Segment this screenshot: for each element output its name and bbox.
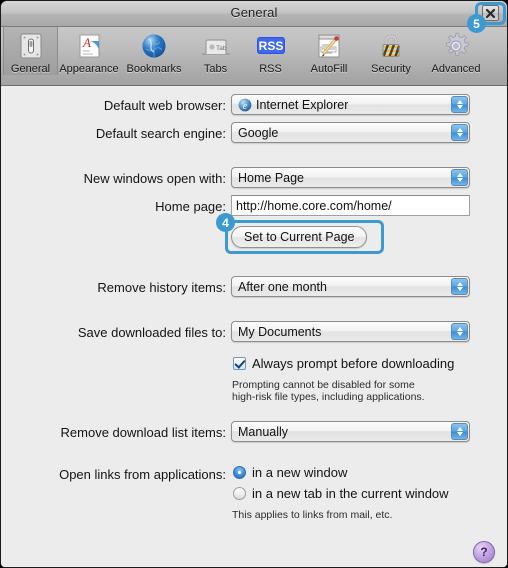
set-to-current-page-button[interactable]: Set to Current Page [231,226,368,248]
default-search-popup[interactable]: Google [231,122,470,143]
new-windows-label: New windows open with: [83,171,226,186]
padlock-icon [360,30,422,62]
help-button[interactable]: ? [473,541,495,563]
svg-text:A: A [82,35,91,50]
gear-icon [422,30,490,62]
radio-new-window[interactable] [233,466,246,479]
stepper-arrows-icon[interactable] [451,278,468,295]
open-links-option-new-tab[interactable]: in a new tab in the current window [233,486,449,501]
save-downloads-popup[interactable]: My Documents [231,321,470,342]
svg-text:e: e [243,101,248,112]
remove-download-list-value: Manually [238,424,289,439]
default-browser-value: Internet Explorer [256,97,349,112]
remove-history-popup[interactable]: After one month [231,276,470,297]
close-icon [485,8,496,18]
home-page-label: Home page: [155,199,226,214]
toolbar-item-label: Tabs [203,63,228,75]
default-search-value: Google [238,125,279,140]
toolbar-item-label: AutoFill [310,63,348,75]
toolbar-item-bookmarks[interactable]: Bookmarks [120,27,188,75]
default-search-label: Default search engine: [95,126,226,141]
rss-icon: RSS [243,30,298,62]
radio-new-tab-label: in a new tab in the current window [252,486,449,501]
window-title: General [230,5,278,20]
stepper-arrows-icon[interactable] [451,169,468,186]
general-preferences-pane: Default web browser: e Internet Explorer… [1,86,507,567]
autofill-icon [298,30,360,62]
prompt-note-line-1: Prompting cannot be disabled for some [232,379,415,391]
open-links-note: This applies to links from mail, etc. [232,509,393,521]
remove-history-label: Remove history items: [97,280,226,295]
open-links-option-new-window[interactable]: in a new window [233,465,347,480]
toolbar-item-label: General [10,63,51,75]
window-titlebar: General [1,1,507,27]
switchplate-icon [3,30,58,62]
prompt-note-line-2: high-risk file types, including applicat… [232,391,425,403]
always-prompt-checkbox[interactable] [233,357,246,370]
preferences-window: General General A Appearance Bookmarks T… [0,0,508,568]
annotation-badge-5: 5 [467,14,486,33]
save-downloads-label: Save downloaded files to: [77,325,226,340]
always-prompt-checkbox-row[interactable]: Always prompt before downloading [233,356,454,371]
toolbar-item-general[interactable]: General [3,27,58,75]
toolbar-item-rss[interactable]: RSS RSS [243,27,298,75]
internet-explorer-icon: e [238,98,252,112]
home-page-input[interactable]: http://home.core.com/home/ [231,195,470,216]
default-browser-popup[interactable]: e Internet Explorer [231,94,470,115]
toolbar-item-tabs[interactable]: Tab Tabs [188,27,243,75]
default-browser-label: Default web browser: [103,98,226,113]
stepper-arrows-icon[interactable] [451,423,468,440]
toolbar-item-autofill[interactable]: AutoFill [298,27,360,75]
globe-icon [120,30,188,62]
toolbar-item-appearance[interactable]: A Appearance [58,27,120,75]
toolbar-item-label: Bookmarks [126,63,182,75]
svg-text:RSS: RSS [258,39,283,53]
stepper-arrows-icon[interactable] [451,96,468,113]
remove-download-list-label: Remove download list items: [60,425,226,440]
preferences-toolbar: General A Appearance Bookmarks Tab Tabs … [1,27,507,86]
new-windows-value: Home Page [238,170,305,185]
remove-history-value: After one month [238,279,327,294]
toolbar-item-label: Security [371,63,411,75]
toolbar-item-label: RSS [259,63,282,75]
toolbar-item-label: Advanced [431,63,481,75]
appearance-icon: A [58,30,120,62]
new-windows-popup[interactable]: Home Page [231,167,470,188]
stepper-arrows-icon[interactable] [451,124,468,141]
open-links-label: Open links from applications: [59,467,226,482]
toolbar-item-security[interactable]: Security [360,27,422,75]
toolbar-item-advanced[interactable]: Advanced [422,27,490,75]
radio-new-window-label: in a new window [252,465,348,480]
save-downloads-value: My Documents [238,324,322,339]
always-prompt-label: Always prompt before downloading [252,356,455,371]
radio-new-tab[interactable] [233,487,246,500]
toolbar-item-label: Appearance [59,63,119,75]
annotation-badge-4: 4 [216,213,235,232]
svg-text:Tab: Tab [216,45,227,52]
tabs-icon: Tab [188,30,243,62]
remove-download-list-popup[interactable]: Manually [231,421,470,442]
stepper-arrows-icon[interactable] [451,323,468,340]
